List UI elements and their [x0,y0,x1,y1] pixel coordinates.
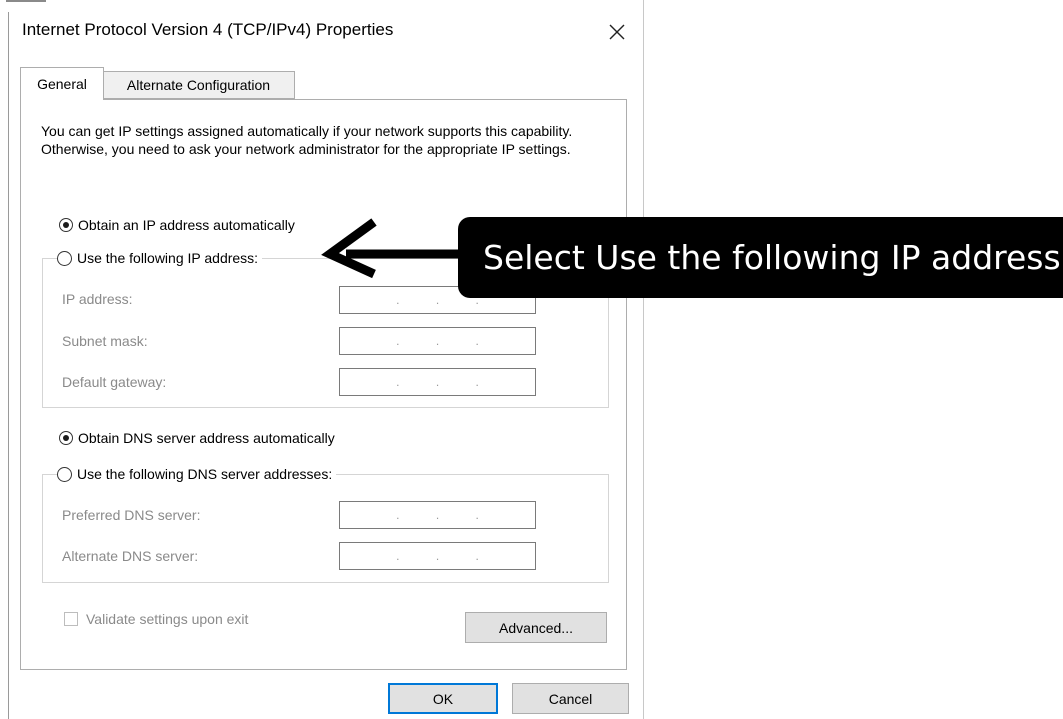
obtain-ip-auto-label: Obtain an IP address automatically [78,217,295,233]
tab-alternate-label: Alternate Configuration [126,77,271,93]
cancel-button[interactable]: Cancel [512,683,629,714]
dialog-title: Internet Protocol Version 4 (TCP/IPv4) P… [22,20,394,39]
subnet-mask-label: Subnet mask: [62,333,148,349]
obtain-dns-auto-label: Obtain DNS server address automatically [78,430,335,446]
preferred-dns-label: Preferred DNS server: [62,507,201,523]
radio-selected-icon [59,431,73,445]
window-edge-fragment [6,0,46,8]
radio-unselected-icon [57,466,72,482]
obtain-dns-auto-radio[interactable]: Obtain DNS server address automatically [59,430,335,446]
default-gateway-label: Default gateway: [62,374,167,390]
close-button[interactable] [598,14,636,50]
radio-selected-icon [59,218,73,232]
window-left-border [8,12,9,719]
radio-unselected-icon [57,250,72,266]
use-following-dns-radio[interactable]: Use the following DNS server addresses: [57,466,337,482]
instruction-callout-text: Select Use the following IP address [483,238,1061,277]
window-right-border [643,0,644,719]
tab-general-label: General [37,76,87,92]
use-following-ip-radio[interactable]: Use the following IP address: [57,250,263,266]
subnet-mask-input[interactable]: ... [339,327,536,355]
checkbox-icon [64,612,78,626]
tab-alternate-configuration[interactable]: Alternate Configuration [103,71,295,99]
use-following-dns-label: Use the following DNS server addresses: [77,466,333,482]
ip-address-label: IP address: [62,291,133,307]
tab-general[interactable]: General [20,67,104,100]
advanced-button[interactable]: Advanced... [465,612,607,643]
validate-settings-checkbox[interactable]: Validate settings upon exit [64,611,248,627]
validate-settings-label: Validate settings upon exit [86,611,249,627]
obtain-ip-auto-radio[interactable]: Obtain an IP address automatically [59,217,295,233]
close-icon [609,24,625,40]
preferred-dns-input[interactable]: ... [339,501,536,529]
alternate-dns-label: Alternate DNS server: [62,548,199,564]
ok-button[interactable]: OK [388,683,498,714]
instruction-callout: Select Use the following IP address [458,217,1063,298]
description-text: You can get IP settings assigned automat… [41,123,573,157]
use-following-ip-label: Use the following IP address: [77,250,259,266]
alternate-dns-input[interactable]: ... [339,542,536,570]
default-gateway-input[interactable]: ... [339,368,536,396]
